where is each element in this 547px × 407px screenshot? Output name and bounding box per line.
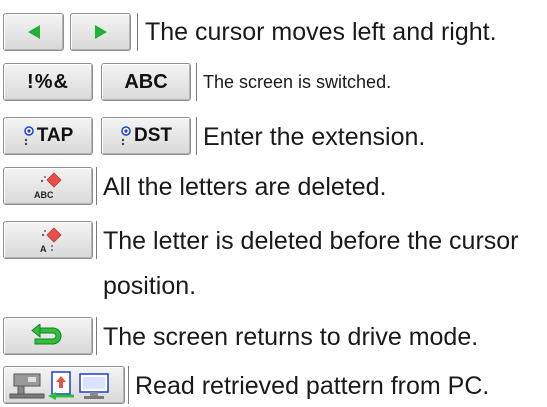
tap-extension-button[interactable]: TAP [3, 117, 93, 155]
separator [96, 317, 97, 355]
read-from-pc-description: Read retrieved pattern from PC. [135, 372, 490, 400]
separator [196, 117, 197, 155]
cursor-left-button[interactable] [3, 13, 64, 51]
read-from-pc-icon [9, 371, 109, 400]
return-icon [31, 324, 62, 345]
delete-letter-icon: A [40, 227, 62, 254]
separator [196, 63, 197, 101]
switch-description: The screen is switched. [203, 72, 392, 92]
return-description: The screen returns to drive mode. [103, 323, 479, 351]
tap-extension-label: TAP [36, 125, 74, 146]
symbols-button[interactable]: !%& [3, 63, 93, 101]
delete-letter-button[interactable]: A [3, 221, 93, 259]
cursor-description: The cursor moves left and right. [145, 18, 497, 46]
file-extension-icon [23, 126, 34, 146]
separator [128, 366, 129, 404]
file-extension-icon [121, 126, 131, 146]
separator [137, 13, 138, 51]
delete-all-icon-label: ABC [34, 190, 54, 200]
read-from-pc-button[interactable] [3, 366, 125, 404]
cursor-right-button[interactable] [70, 13, 131, 51]
delete-all-button[interactable]: ABC [3, 167, 93, 205]
alphabet-button-label: ABC [124, 70, 168, 93]
symbols-button-label: !%& [27, 70, 69, 93]
dst-extension-label: DST [134, 125, 172, 146]
delete-all-icon: ABC [34, 172, 62, 200]
delete-all-description: All the letters are deleted. [103, 173, 387, 201]
arrow-right-icon [94, 25, 107, 39]
alphabet-button[interactable]: ABC [101, 63, 191, 101]
separator [96, 167, 97, 205]
delete-letter-icon-label: A [40, 244, 47, 254]
delete-letter-description-continued: position. [103, 272, 197, 300]
dst-extension-button[interactable]: DST [101, 117, 191, 155]
extension-description: Enter the extension. [203, 123, 426, 151]
arrow-left-icon [27, 25, 40, 39]
separator [96, 221, 97, 259]
return-button[interactable] [3, 317, 93, 355]
delete-letter-description: The letter is deleted before the cursor [103, 227, 519, 255]
